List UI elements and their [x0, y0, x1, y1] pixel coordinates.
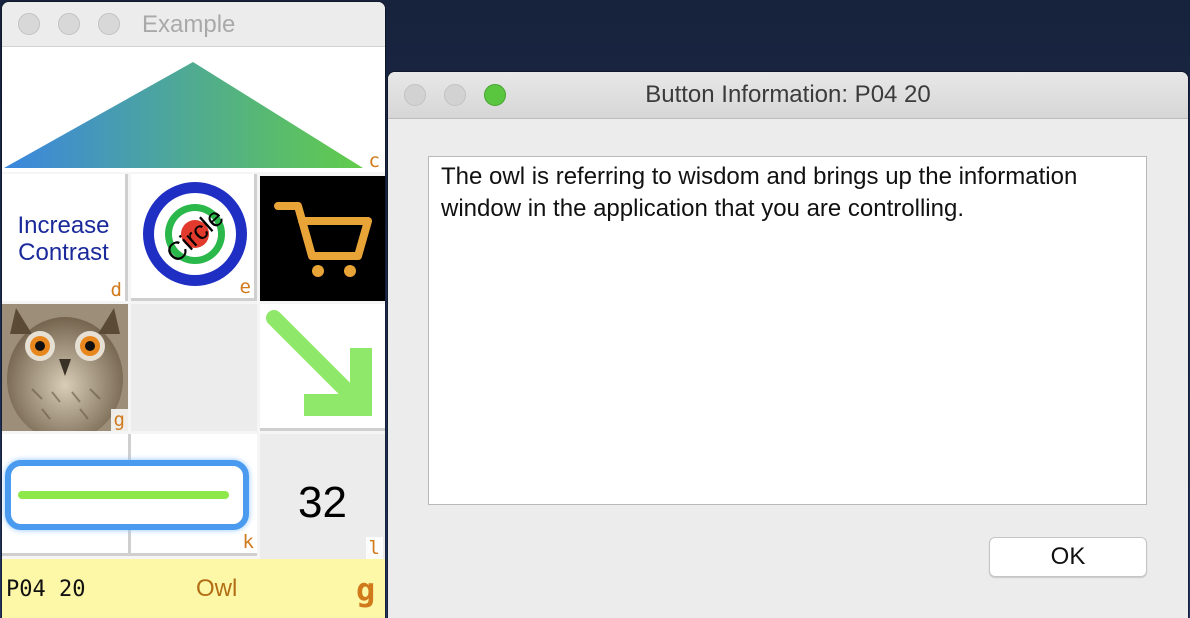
- status-code: P04 20: [6, 577, 86, 602]
- green-line: [18, 491, 229, 499]
- minimize-button[interactable]: [58, 13, 80, 35]
- roof-triangle-icon: [4, 62, 363, 168]
- button-grid: c Increase Contrast d Circle e g k 32 l: [2, 47, 385, 559]
- roof-cell[interactable]: c: [2, 47, 385, 172]
- dialog-title: Button Information: P04 20: [645, 81, 931, 108]
- close-button[interactable]: [18, 13, 40, 35]
- message-text-area[interactable]: The owl is referring to wisdom and bring…: [428, 156, 1147, 505]
- zoom-button[interactable]: [98, 13, 120, 35]
- arrow-cell[interactable]: [260, 304, 385, 431]
- status-bar: P04 20 Owl g: [2, 559, 385, 618]
- increase-contrast-cell[interactable]: Increase Contrast d: [2, 174, 128, 301]
- circle-cell[interactable]: Circle e: [131, 174, 257, 301]
- number-value: 32: [298, 478, 347, 527]
- cart-icon: [274, 202, 372, 277]
- contrast-line-2: Contrast: [18, 239, 109, 266]
- message-text: The owl is referring to wisdom and bring…: [441, 163, 1078, 222]
- status-key: g: [356, 571, 376, 609]
- cell-key-label: g: [110, 409, 128, 431]
- number-cell[interactable]: 32 l: [260, 434, 385, 559]
- arrow-down-right-icon: [266, 310, 372, 416]
- cell-key-label: d: [107, 279, 125, 301]
- empty-cell[interactable]: [131, 304, 257, 431]
- status-label: Owl: [196, 575, 238, 602]
- bar-cell[interactable]: k: [2, 434, 257, 556]
- shopping-cart-cell[interactable]: [260, 176, 385, 301]
- ok-button[interactable]: OK: [989, 537, 1147, 577]
- rounded-bar-icon: [5, 460, 249, 530]
- cell-key-label: e: [236, 276, 254, 298]
- cell-key-label: l: [365, 537, 383, 559]
- contrast-text: Increase Contrast: [2, 212, 125, 266]
- cell-key-label: k: [239, 531, 257, 553]
- owl-photo-icon: [2, 304, 128, 431]
- window-title: Example: [142, 11, 236, 38]
- dialog-titlebar: Button Information: P04 20: [388, 72, 1188, 119]
- cell-key-label: c: [365, 150, 383, 172]
- example-window: Example c Increase Contrast d Circle e g…: [2, 2, 385, 618]
- button-information-dialog: Button Information: P04 20 The owl is re…: [388, 72, 1188, 618]
- contrast-line-1: Increase: [17, 212, 110, 239]
- example-titlebar: Example: [2, 2, 385, 47]
- owl-cell[interactable]: g: [2, 304, 128, 431]
